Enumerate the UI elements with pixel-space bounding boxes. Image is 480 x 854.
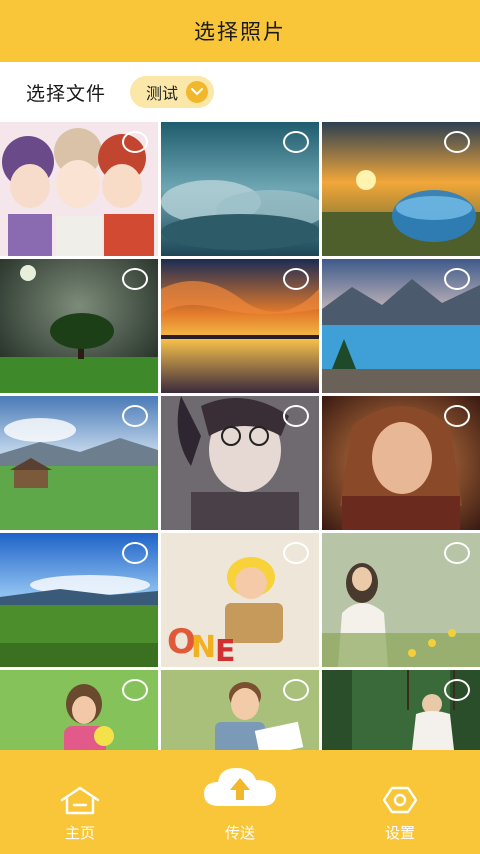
photo-tile[interactable] <box>161 670 319 750</box>
select-checkbox[interactable] <box>444 268 470 290</box>
home-icon <box>60 786 100 815</box>
photo-tile[interactable] <box>161 259 319 393</box>
page-title: 选择照片 <box>194 20 286 44</box>
select-checkbox[interactable] <box>444 679 470 701</box>
folder-dropdown[interactable]: 测试 <box>130 76 215 108</box>
folder-selected-value: 测试 <box>146 84 179 103</box>
svg-text:E: E <box>215 634 236 667</box>
select-checkbox[interactable] <box>122 268 148 290</box>
bottom-navigation: 主页 传送 设置 <box>0 750 480 854</box>
photo-tile[interactable]: O N E <box>161 533 319 667</box>
nav-settings-label: 设置 <box>384 824 415 842</box>
photo-tile[interactable] <box>161 122 319 256</box>
select-checkbox[interactable] <box>283 131 309 153</box>
photo-tile[interactable] <box>322 670 480 750</box>
nav-home[interactable]: 主页 <box>0 750 160 854</box>
nav-upload-label: 传送 <box>224 824 255 842</box>
select-file-label: 选择文件 <box>26 82 107 105</box>
select-checkbox[interactable] <box>444 542 470 564</box>
photo-grid: O N E <box>0 122 480 750</box>
select-checkbox[interactable] <box>122 405 148 427</box>
photo-tile[interactable] <box>0 122 158 256</box>
chevron-down-icon <box>186 81 209 103</box>
cloud-upload-icon <box>204 768 276 806</box>
photo-tile[interactable] <box>0 533 158 667</box>
select-checkbox[interactable] <box>444 131 470 153</box>
select-checkbox[interactable] <box>283 268 309 290</box>
photo-tile[interactable] <box>322 122 480 256</box>
photo-tile[interactable] <box>0 670 158 750</box>
app-header: 选择照片 <box>0 0 480 62</box>
select-checkbox[interactable] <box>283 405 309 427</box>
photo-tile[interactable] <box>322 533 480 667</box>
select-checkbox[interactable] <box>122 679 148 701</box>
select-checkbox[interactable] <box>122 131 148 153</box>
select-checkbox[interactable] <box>444 405 470 427</box>
photo-tile[interactable] <box>322 396 480 530</box>
select-checkbox[interactable] <box>122 542 148 564</box>
select-checkbox[interactable] <box>283 542 309 564</box>
photo-tile[interactable] <box>322 259 480 393</box>
gear-icon <box>382 786 418 814</box>
nav-settings[interactable]: 设置 <box>320 750 480 854</box>
photo-tile[interactable] <box>0 396 158 530</box>
nav-home-label: 主页 <box>64 824 95 842</box>
photo-tile[interactable] <box>161 396 319 530</box>
folder-toolbar: 选择文件 测试 <box>0 62 480 122</box>
photo-tile[interactable] <box>0 259 158 393</box>
nav-upload[interactable]: 传送 <box>160 750 320 854</box>
select-checkbox[interactable] <box>283 679 309 701</box>
svg-text:N: N <box>191 630 216 665</box>
